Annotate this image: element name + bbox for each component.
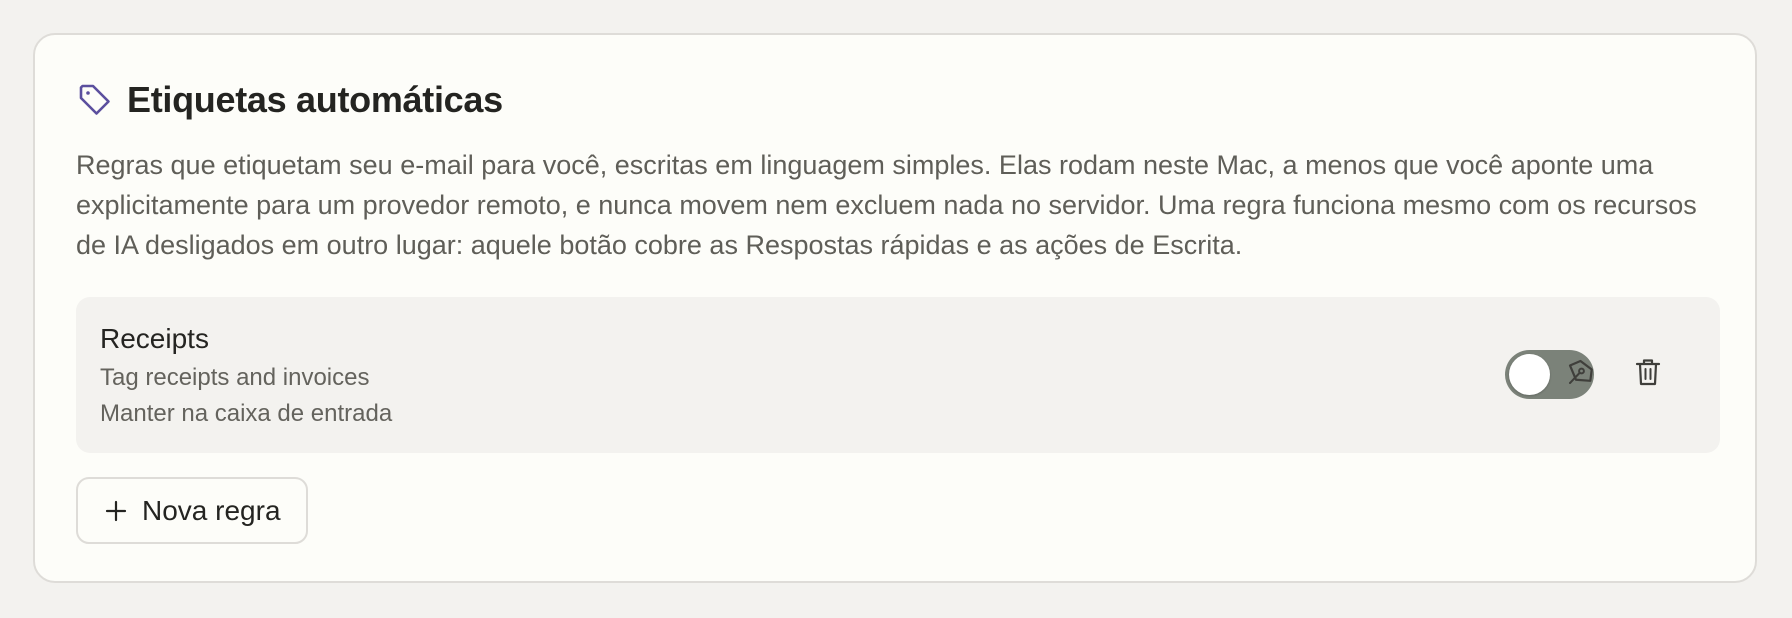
section-title: Etiquetas automáticas <box>127 79 503 120</box>
rule-action: Manter na caixa de entrada <box>100 400 393 427</box>
section-header: Etiquetas automáticas <box>76 79 503 121</box>
section-description: Regras que etiquetam seu e-mail para voc… <box>76 150 1697 260</box>
rule-description: Tag receipts and invoices <box>100 364 370 391</box>
trash-icon <box>1635 357 1661 392</box>
plus-icon <box>104 499 128 523</box>
toggle-knob <box>1509 354 1550 395</box>
rule-row: Receipts Tag receipts and invoices Mante… <box>76 297 1720 453</box>
new-rule-label: Nova regra <box>142 494 281 526</box>
delete-rule-button[interactable] <box>1630 356 1666 392</box>
auto-labels-card: Etiquetas automáticas Regras que etiquet… <box>33 33 1757 583</box>
tag-icon <box>76 81 114 119</box>
edit-rule-button[interactable] <box>1563 356 1599 392</box>
pen-icon <box>1566 357 1596 392</box>
rule-name: Receipts <box>100 323 209 354</box>
new-rule-button[interactable]: Nova regra <box>76 477 308 544</box>
